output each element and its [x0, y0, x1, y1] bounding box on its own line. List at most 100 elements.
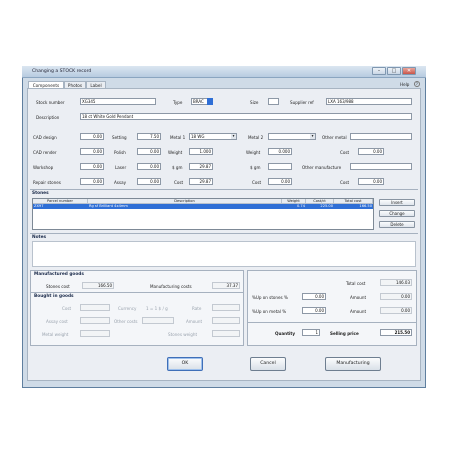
supplier-ref-field[interactable]: LXA 163/988: [326, 98, 412, 105]
bought-cost-field: [80, 304, 110, 311]
stock-number-label: Stock number: [36, 100, 65, 105]
stones-cost-field: 166.50: [82, 282, 114, 289]
weight1-field[interactable]: 1.000: [189, 148, 213, 155]
total-cost-field: 146.03: [380, 279, 412, 286]
markup-metal-field[interactable]: 0.00: [302, 307, 326, 314]
change-button[interactable]: Change: [379, 210, 415, 217]
type-label: Type: [173, 100, 183, 105]
assay-field[interactable]: 0.00: [137, 178, 161, 185]
minimize-button[interactable]: –: [372, 67, 386, 75]
amount2-label: Amount: [350, 309, 367, 314]
other-costs-label: Other costs: [114, 319, 138, 324]
table-cell: 166.50: [359, 204, 372, 208]
stones-heading: Stones: [32, 191, 49, 196]
markup-stones-label: %Up on stones %: [252, 295, 288, 300]
delete-button[interactable]: Delete: [379, 221, 415, 228]
notes-textarea[interactable]: [32, 241, 416, 267]
cad-design-field[interactable]: 0.00: [80, 133, 104, 140]
repair-stones-field[interactable]: 0.00: [80, 178, 104, 185]
cost1-field[interactable]: 29.87: [189, 178, 213, 185]
pgm2-field[interactable]: [268, 163, 292, 170]
amount1-label: Amount: [350, 295, 367, 300]
help-icon[interactable]: ?: [414, 81, 420, 87]
metal2-label: Metal 2: [248, 135, 264, 140]
workshop-label: Workshop: [33, 165, 54, 170]
maximize-button[interactable]: □: [387, 67, 401, 75]
metal2-select[interactable]: ▾: [268, 133, 316, 140]
weight2-field[interactable]: 0.000: [268, 148, 292, 155]
metal1-select[interactable]: 18 WG ▾: [189, 133, 237, 140]
other-manufacture-field[interactable]: [350, 163, 412, 170]
cad-render-label: CAD render: [33, 150, 57, 155]
quantity-label: Quantity: [275, 331, 296, 336]
rate-label: Rate: [192, 306, 202, 311]
insert-button[interactable]: Insert: [379, 199, 415, 206]
rate-field: [212, 304, 240, 311]
table-cell: ZX97: [34, 204, 44, 208]
pgm2-label: $ gm: [250, 165, 261, 170]
workshop-field[interactable]: 0.00: [80, 163, 104, 170]
table-cell: Rg sf Brilliant 4x4mm: [89, 204, 128, 208]
other-costs-field: [142, 317, 174, 324]
cost-om-label: Cost: [340, 150, 350, 155]
selling-price-label: Selling price: [330, 331, 359, 336]
other-manufacture-label: Other manufacture: [302, 165, 342, 170]
ok-button[interactable]: OK: [167, 357, 203, 371]
manufactured-heading: Manufactured goods: [34, 272, 84, 277]
table-row[interactable]: ZX97 Rg sf Brilliant 4x4mm 0.74 225.00 1…: [33, 204, 373, 209]
assay-label: Assay: [114, 180, 126, 185]
stones-divider: [30, 189, 418, 190]
bought-cost-label: Cost: [62, 306, 72, 311]
manufacturing-button[interactable]: Manufacturing: [325, 357, 381, 371]
polish-field[interactable]: 0.00: [137, 148, 161, 155]
setting-field[interactable]: 7.50: [137, 133, 161, 140]
help-link[interactable]: Help: [400, 82, 409, 87]
stones-cost-label: Stones cost: [46, 284, 70, 289]
stock-number-field[interactable]: XG345: [80, 98, 156, 105]
size-label: Size: [250, 100, 259, 105]
cad-render-field[interactable]: 0.00: [80, 148, 104, 155]
manufacturing-costs-field: 37.37: [212, 282, 240, 289]
quantity-field[interactable]: 1: [302, 329, 320, 336]
description-field[interactable]: 18 ct White Gold Pendant: [80, 113, 412, 120]
cost-omf-label: Cost: [340, 180, 350, 185]
metal1-value: 18 WG: [191, 134, 205, 139]
pgm1-label: $ gm: [172, 165, 183, 170]
markup-metal-label: %Up on metal %: [252, 309, 287, 314]
table-cell: 0.74: [296, 204, 305, 208]
chevron-down-icon[interactable]: ▾: [231, 134, 236, 139]
bought-amount-label: Amount: [186, 319, 203, 324]
close-button[interactable]: ✕: [402, 67, 416, 75]
stones-table[interactable]: Parcel number Description Weight Cost/ct…: [32, 198, 374, 230]
weight2-label: Weight: [246, 150, 261, 155]
amount1-field: 0.00: [380, 293, 412, 300]
type-selection-highlight: [207, 98, 213, 105]
cancel-button[interactable]: Cancel: [250, 357, 286, 371]
laser-field[interactable]: 0.00: [137, 163, 161, 170]
cost2-field[interactable]: 0.00: [268, 178, 292, 185]
polish-label: Polish: [114, 150, 126, 155]
description-label: Description: [36, 115, 60, 120]
cost1-label: Cost: [174, 180, 184, 185]
other-metal-label: Other metal: [322, 135, 347, 140]
metal-weight-label: Metal weight: [42, 332, 69, 337]
chevron-down-icon[interactable]: ▾: [310, 134, 315, 139]
cost-omf-field[interactable]: 0.00: [358, 178, 384, 185]
bought-heading: Bought in goods: [34, 294, 74, 299]
cost2-label: Cost: [252, 180, 262, 185]
supplier-ref-label: Supplier ref: [290, 100, 314, 105]
markup-stones-field[interactable]: 0.00: [302, 293, 326, 300]
size-field[interactable]: [268, 98, 279, 105]
other-metal-field[interactable]: [350, 133, 412, 140]
cost-om-field[interactable]: 0.00: [358, 148, 384, 155]
bought-divider: [31, 292, 243, 293]
selling-price-field[interactable]: 215.50: [380, 329, 412, 336]
repair-stones-label: Repair stones: [33, 180, 61, 185]
pgm1-field[interactable]: 29.87: [189, 163, 213, 170]
metal1-label: Metal 1: [170, 135, 186, 140]
amount2-field: 0.00: [380, 307, 412, 314]
setting-label: Setting: [112, 135, 127, 140]
weight1-label: Weight: [168, 150, 183, 155]
metal-weight-field: [80, 330, 110, 337]
table-cell: 225.00: [320, 204, 333, 208]
